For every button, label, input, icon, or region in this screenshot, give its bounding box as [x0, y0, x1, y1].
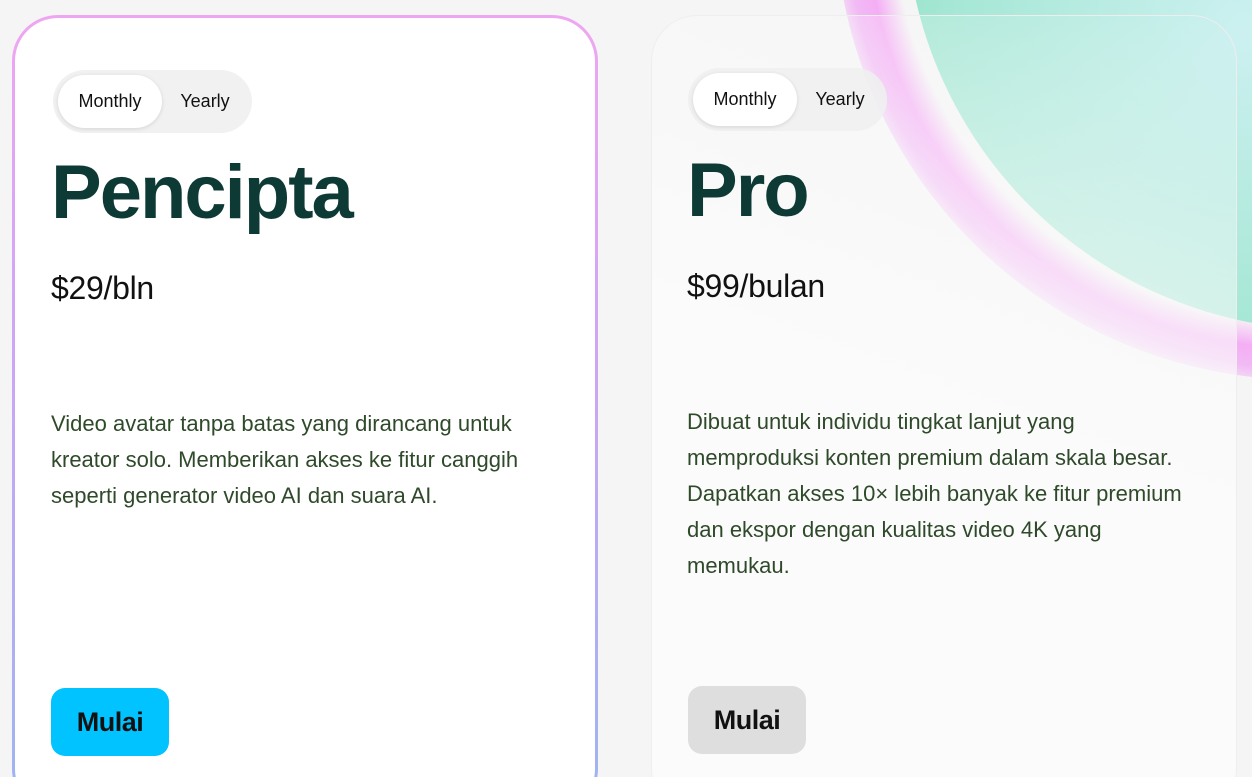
billing-toggle: Monthly Yearly	[688, 68, 887, 131]
toggle-monthly-button[interactable]: Monthly	[693, 73, 797, 126]
plan-description: Dibuat untuk individu tingkat lanjut yan…	[687, 409, 1182, 578]
pricing-page: Monthly Yearly Pencipta $29/bln Video av…	[0, 0, 1252, 777]
billing-toggle: Monthly Yearly	[53, 70, 252, 133]
plan-card-pro: Monthly Yearly Pro $99/bulan Dibuat untu…	[651, 15, 1237, 777]
start-button[interactable]: Mulai	[688, 686, 806, 754]
plan-price: $29/bln	[51, 270, 154, 306]
toggle-monthly-button[interactable]: Monthly	[58, 75, 162, 128]
start-button[interactable]: Mulai	[51, 688, 169, 756]
plan-description: Video avatar tanpa batas yang dirancang …	[51, 411, 519, 508]
plan-price: $99/bulan	[687, 268, 825, 304]
plan-title: Pencipta	[51, 150, 354, 235]
toggle-yearly-button[interactable]: Yearly	[800, 73, 880, 126]
plan-title: Pro	[687, 148, 810, 233]
toggle-yearly-button[interactable]: Yearly	[165, 75, 245, 128]
plan-card-creator: Monthly Yearly Pencipta $29/bln Video av…	[12, 15, 598, 777]
